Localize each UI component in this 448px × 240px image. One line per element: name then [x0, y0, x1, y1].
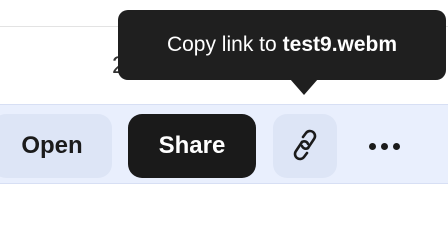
tooltip-filename: test9.webm [282, 33, 398, 56]
open-button[interactable]: Open [0, 114, 112, 178]
more-options-button[interactable] [352, 114, 416, 178]
more-horizontal-icon [368, 142, 400, 150]
tooltip-arrow [290, 79, 318, 95]
copy-link-button[interactable] [273, 114, 337, 178]
file-action-toolbar: Open Share [0, 104, 448, 184]
share-button[interactable]: Share [128, 114, 256, 178]
link-icon [290, 128, 320, 165]
tooltip-text: Copy link to [166, 33, 277, 56]
copy-link-tooltip: Copy link to test9.webm [118, 10, 446, 80]
